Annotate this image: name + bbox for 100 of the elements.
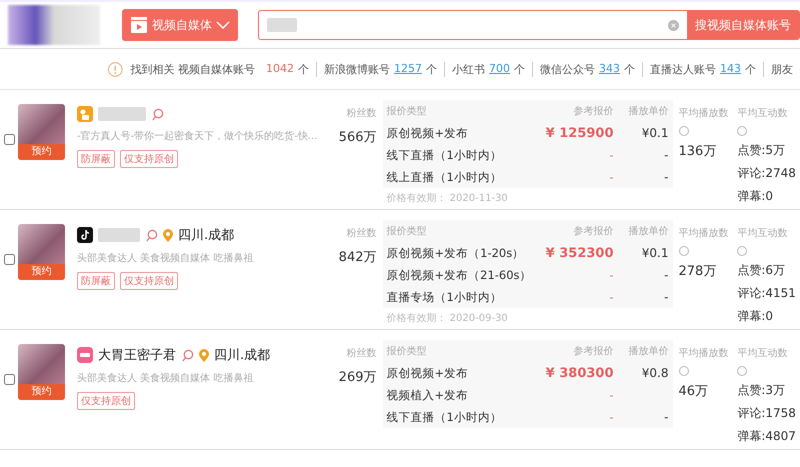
avg-plays-label: 平均播放数	[678, 346, 730, 360]
category-dropdown[interactable]: 视频自媒体	[122, 9, 238, 41]
price-type: 直播专场（1小时内）	[386, 290, 503, 304]
column-header: 参考报价	[572, 224, 614, 238]
account-name[interactable]: 大胃王密子君	[98, 346, 176, 364]
result-count[interactable]: 1257	[394, 62, 422, 76]
unit-price: -	[663, 148, 668, 162]
fans-count: 842万	[338, 249, 376, 266]
avg-plays-label: 平均播放数	[678, 226, 730, 240]
unit-price: -	[663, 268, 668, 282]
price-validity: 价格有效期： 2020-11-30	[386, 192, 509, 206]
platform-label: 小红书	[452, 62, 485, 76]
unit-price: ¥0.8	[640, 366, 668, 380]
price-validity: 价格有效期： 2020-09-30	[386, 312, 509, 326]
blurred-name	[98, 228, 140, 242]
avg-interactions-label: 平均互动数	[737, 227, 788, 240]
reference-price: -	[608, 148, 614, 162]
column-header: 参考报价	[572, 344, 614, 358]
location-pin-icon	[162, 228, 173, 242]
reference-price: -	[608, 268, 614, 282]
column-header: 参考报价	[572, 104, 614, 118]
platform-label: 新浪微博账号	[324, 62, 390, 76]
interaction-stat: 评论:2748	[737, 165, 797, 182]
column-header: 播放单价	[628, 224, 668, 238]
result-count[interactable]: 143	[720, 62, 741, 76]
reference-price: ¥ 125900	[544, 126, 614, 140]
interaction-stat: 点赞:5万	[737, 142, 786, 159]
account-description: 头部美食达人 美食视频自媒体 吃播鼻祖	[76, 252, 254, 265]
result-count[interactable]: 343	[599, 62, 620, 76]
row-checkbox[interactable]	[4, 374, 15, 385]
price-type: 原创视频+发布	[386, 366, 470, 380]
unit-label: 个	[514, 62, 525, 76]
clapperboard-icon	[130, 16, 148, 34]
music-note-logo-icon	[76, 227, 93, 243]
search-icon[interactable]	[150, 108, 164, 120]
reserve-badge: 预约	[18, 264, 65, 280]
fans-label: 粉丝数	[346, 226, 376, 240]
interaction-stat: 弹幕:0	[737, 308, 774, 325]
reserve-badge: 预约	[18, 384, 65, 400]
platform-label[interactable]: 朋友	[771, 62, 793, 76]
fans-label: 粉丝数	[346, 346, 376, 360]
avg-interactions-label: 平均互动数	[737, 107, 788, 120]
feature-tag: 仅支持原创	[120, 272, 178, 290]
row-checkbox[interactable]	[4, 254, 15, 265]
unit-label: 个	[426, 62, 437, 76]
price-type: 原创视频+发布	[386, 126, 470, 140]
interaction-stat: 弹幕:0	[737, 188, 774, 205]
unit-price: -	[663, 410, 668, 424]
location-pin-icon	[198, 348, 209, 362]
reserve-badge: 预约	[18, 144, 65, 160]
result-count: 1042	[266, 62, 294, 76]
fans-count: 269万	[338, 369, 376, 386]
column-header: 播放单价	[628, 104, 668, 118]
fans-count: 566万	[338, 129, 376, 146]
unit-price: -	[663, 290, 668, 304]
price-type: 视频植入+发布	[386, 388, 470, 402]
avg-plays-label: 平均播放数	[678, 106, 730, 120]
platform-label: 微信公众号	[540, 62, 595, 76]
location-label: 四川.成都	[178, 227, 234, 244]
price-type: 原创视频+发布（1-20s）	[386, 246, 526, 260]
warning-icon	[108, 60, 122, 78]
unit-label: 个	[298, 62, 309, 76]
reference-price: -	[608, 170, 614, 184]
feature-tag: 仅支持原创	[120, 150, 178, 168]
account-description: -官方真人号-带你一起密食天下，做个快乐的吃货-快...	[76, 130, 318, 143]
interaction-stat: 评论:1758	[737, 405, 797, 422]
platform-label: 直播达人账号	[650, 62, 716, 76]
result-label: 找到相关 视频自媒体账号	[130, 62, 255, 76]
avg-interactions-label: 平均互动数	[737, 347, 788, 360]
search-icon[interactable]	[144, 228, 158, 242]
price-type: 线下直播（1小时内）	[386, 148, 503, 162]
feature-tag: 仅支持原创	[76, 392, 135, 410]
price-type: 线下直播（1小时内）	[386, 410, 503, 424]
reference-price: -	[608, 410, 614, 424]
avg-plays: 136万	[678, 143, 718, 160]
account-description: 头部美食达人 美食视频自媒体 吃播鼻祖	[76, 372, 254, 385]
avg-plays: 46万	[678, 383, 710, 400]
column-header: 报价类型	[386, 344, 428, 358]
avg-plays: 278万	[678, 263, 718, 280]
interaction-stat: 评论:4151	[737, 285, 797, 302]
reference-price: ¥ 380300	[544, 366, 614, 380]
location-label: 四川.成都	[214, 347, 270, 364]
unit-price: ¥0.1	[640, 246, 668, 260]
chevron-down-icon	[216, 21, 230, 29]
interaction-stat: 点赞:6万	[737, 262, 786, 279]
platform-logo-icon	[76, 347, 93, 363]
interaction-stat: 点赞:3万	[737, 382, 786, 399]
row-checkbox[interactable]	[4, 134, 15, 145]
column-header: 播放单价	[628, 344, 668, 358]
price-type: 线上直播（1小时内）	[386, 170, 503, 184]
reference-price: -	[608, 388, 614, 402]
blurred-name	[98, 107, 146, 121]
unit-price: ¥0.1	[640, 126, 668, 140]
result-count[interactable]: 700	[489, 62, 510, 76]
column-header: 报价类型	[386, 104, 428, 118]
fans-label: 粉丝数	[346, 106, 376, 120]
unit-price: -	[663, 170, 668, 184]
reference-price: -	[608, 290, 614, 304]
reference-price: ¥ 352300	[544, 246, 614, 260]
search-icon[interactable]	[180, 348, 194, 362]
